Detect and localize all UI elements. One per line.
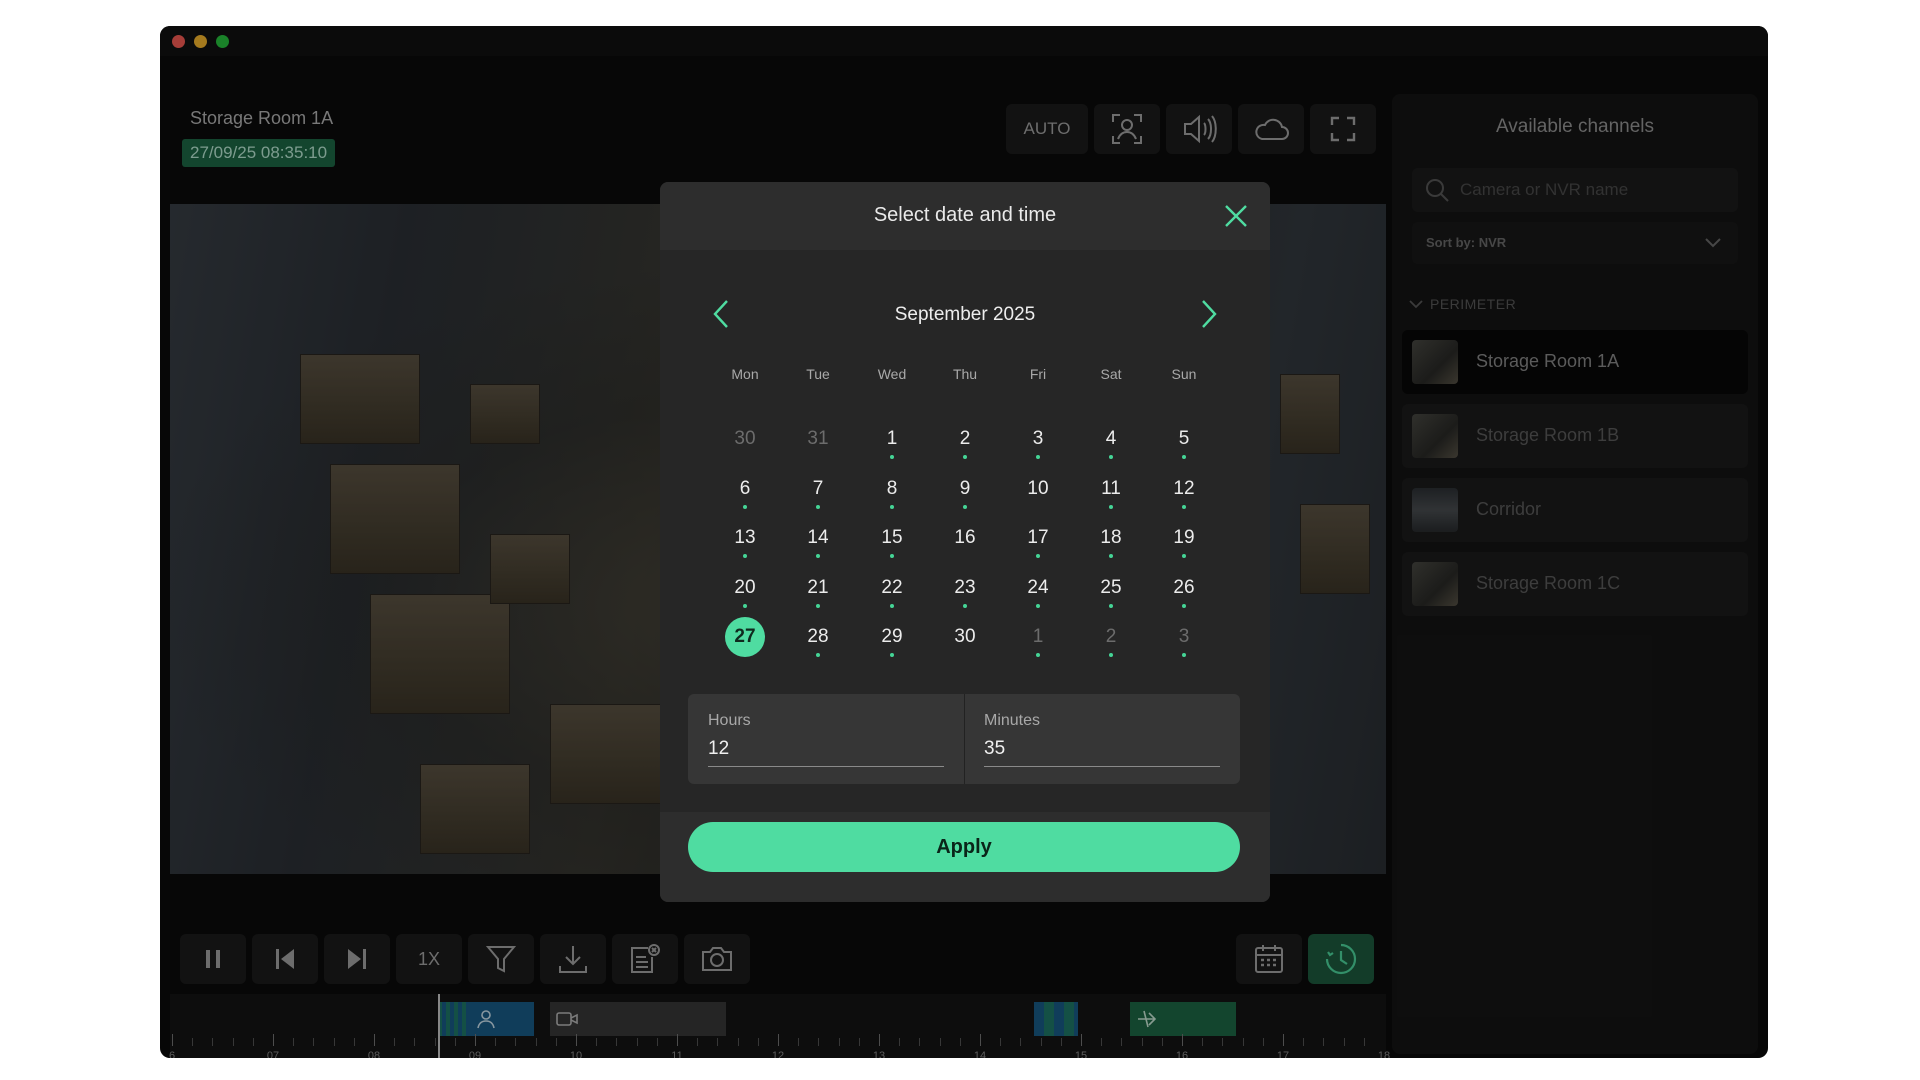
calendar-day[interactable]: 14 (798, 518, 838, 558)
recording-indicator-dot (1182, 604, 1186, 608)
calendar-day[interactable]: 26 (1164, 568, 1204, 608)
hours-input[interactable]: 12 (708, 738, 944, 767)
calendar-day[interactable]: 31 (798, 419, 838, 459)
calendar-day[interactable]: 20 (725, 568, 765, 608)
calendar-day[interactable]: 3 (1018, 419, 1058, 459)
next-month-button[interactable] (1194, 294, 1224, 334)
chevron-right-icon (1202, 300, 1217, 328)
recording-indicator-dot (1109, 554, 1113, 558)
calendar-day[interactable]: 22 (872, 568, 912, 608)
calendar-day[interactable]: 30 (945, 617, 985, 657)
calendar-day[interactable]: 28 (798, 617, 838, 657)
recording-indicator-dot (816, 653, 820, 657)
calendar-day[interactable]: 12 (1164, 469, 1204, 509)
calendar-day[interactable]: 6 (725, 469, 765, 509)
calendar-day[interactable]: 2 (1091, 617, 1131, 657)
dialog-footer: Apply (660, 812, 1270, 902)
recording-indicator-dot (963, 505, 967, 509)
calendar-day[interactable]: 10 (1018, 469, 1058, 509)
weekday-label: Mon (731, 366, 759, 382)
calendar-day[interactable]: 18 (1091, 518, 1131, 558)
apply-button[interactable]: Apply (688, 822, 1240, 872)
dialog-header: Select date and time (660, 182, 1270, 250)
recording-indicator-dot (890, 604, 894, 608)
calendar-day[interactable]: 9 (945, 469, 985, 509)
app-window: Storage Room 1A 27/09/25 08:35:10 AUTO 1… (160, 26, 1768, 1058)
calendar-day-selected[interactable]: 27 (725, 617, 765, 657)
calendar-day[interactable]: 8 (872, 469, 912, 509)
calendar-day[interactable]: 16 (945, 518, 985, 558)
recording-indicator-dot (1182, 455, 1186, 459)
recording-indicator-dot (890, 455, 894, 459)
calendar-day[interactable]: 19 (1164, 518, 1204, 558)
recording-indicator-dot (816, 604, 820, 608)
recording-indicator-dot (743, 505, 747, 509)
recording-indicator-dot (1036, 554, 1040, 558)
recording-indicator-dot (890, 653, 894, 657)
recording-indicator-dot (1109, 505, 1113, 509)
weekday-label: Tue (806, 366, 830, 382)
weekday-label: Sun (1171, 366, 1197, 382)
recording-indicator-dot (1036, 455, 1040, 459)
recording-indicator-dot (1182, 653, 1186, 657)
time-picker: Hours 12 Minutes 35 (688, 694, 1240, 784)
recording-indicator-dot (1182, 505, 1186, 509)
weekday-label: Thu (952, 366, 978, 382)
recording-indicator-dot (816, 505, 820, 509)
recording-indicator-dot (890, 505, 894, 509)
calendar-day[interactable]: 25 (1091, 568, 1131, 608)
recording-indicator-dot (1036, 653, 1040, 657)
calendar-day[interactable]: 3 (1164, 617, 1204, 657)
calendar-day[interactable]: 2 (945, 419, 985, 459)
recording-indicator-dot (1109, 455, 1113, 459)
calendar-day[interactable]: 1 (872, 419, 912, 459)
month-label: September 2025 (894, 304, 1036, 325)
calendar-day[interactable]: 29 (872, 617, 912, 657)
weekday-label: Wed (877, 366, 907, 382)
minutes-input[interactable]: 35 (984, 738, 1220, 767)
calendar-day[interactable]: 13 (725, 518, 765, 558)
recording-indicator-dot (743, 604, 747, 608)
calendar-day[interactable]: 1 (1018, 617, 1058, 657)
hours-label: Hours (708, 712, 751, 729)
dialog-title: Select date and time (873, 204, 1057, 226)
calendar-day[interactable]: 21 (798, 568, 838, 608)
recording-indicator-dot (743, 554, 747, 558)
recording-indicator-dot (1109, 653, 1113, 657)
calendar-day[interactable]: 23 (945, 568, 985, 608)
close-dialog-button[interactable] (1220, 200, 1252, 232)
calendar-day[interactable]: 7 (798, 469, 838, 509)
recording-indicator-dot (890, 554, 894, 558)
minutes-field[interactable]: Minutes 35 (964, 694, 1240, 784)
recording-indicator-dot (1036, 604, 1040, 608)
calendar-day[interactable]: 17 (1018, 518, 1058, 558)
hours-field[interactable]: Hours 12 (688, 694, 964, 784)
calendar-day[interactable]: 5 (1164, 419, 1204, 459)
calendar-day[interactable]: 24 (1018, 568, 1058, 608)
recording-indicator-dot (963, 604, 967, 608)
calendar-day[interactable]: 30 (725, 419, 765, 459)
close-icon (1225, 205, 1247, 227)
recording-indicator-dot (1182, 554, 1186, 558)
calendar-day[interactable]: 11 (1091, 469, 1131, 509)
minutes-label: Minutes (984, 712, 1041, 729)
recording-indicator-dot (963, 455, 967, 459)
recording-indicator-dot (816, 554, 820, 558)
calendar-day[interactable]: 4 (1091, 419, 1131, 459)
weekday-label: Fri (1029, 366, 1047, 382)
weekday-label: Sat (1100, 366, 1122, 382)
calendar-day[interactable]: 15 (872, 518, 912, 558)
date-time-dialog: Select date and time September 2025 Mon T… (660, 182, 1270, 902)
recording-indicator-dot (1109, 604, 1113, 608)
